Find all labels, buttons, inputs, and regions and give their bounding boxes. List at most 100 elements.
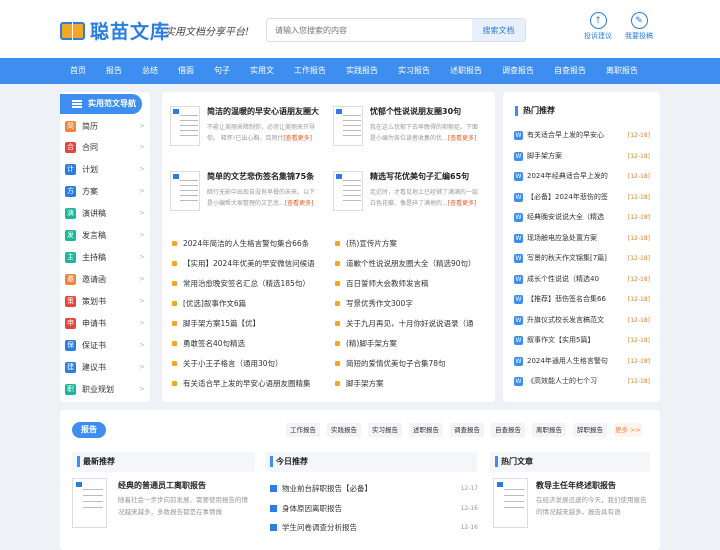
report-tab[interactable]: 辞职报告	[573, 423, 607, 437]
hot-item[interactable]: W 叙事作文【实用5篇】 [12-18]	[514, 333, 650, 347]
sidebar-item[interactable]: 演演讲稿 >	[65, 205, 145, 221]
word-icon	[497, 482, 503, 487]
sidebar-item[interactable]: 方方案 >	[65, 183, 145, 199]
doc-icon: W	[514, 294, 523, 304]
hotdoc-title[interactable]: 教导主任年终述职报告	[536, 480, 616, 491]
article-link[interactable]: 脚手架方案15篇【优】	[172, 318, 260, 329]
today-item[interactable]: 学生问卷调查分析报告 12-16	[270, 520, 478, 534]
hot-item[interactable]: W 2024年经典适合早上发的 [12-18]	[514, 169, 650, 183]
sidebar-item[interactable]: 简简历 >	[65, 118, 145, 134]
bullet-icon	[172, 241, 177, 246]
hot-item[interactable]: W 脚手架方案 [12-18]	[514, 149, 650, 163]
more-tab[interactable]: 更多 >>	[614, 423, 642, 437]
article-link[interactable]: [优选]叙事作文6篇	[172, 298, 246, 309]
book-logo-icon	[60, 20, 86, 42]
nav-item[interactable]: 借面	[178, 58, 194, 84]
featured-doc[interactable]: 精选写花优美句子汇编65句 走近时，才看见地上已经铺了满满的一层白色花瓣。像是碎…	[325, 169, 485, 229]
sidebar-item[interactable]: 策策划书 >	[65, 293, 145, 309]
article-link[interactable]: 道歉个性说说朋友圈大全（精选90句）	[335, 258, 476, 269]
sidebar-item[interactable]: 合合同 >	[65, 139, 145, 155]
article-link[interactable]: 关于九月再见，十月你好说说语录（通	[335, 318, 474, 329]
article-link[interactable]: 【实用】2024年优美的早安微信问候语	[172, 258, 315, 269]
report-tab[interactable]: 实践报告	[327, 423, 361, 437]
article-link[interactable]: (精)脚手架方案	[335, 338, 397, 349]
sidebar-item[interactable]: 计计划 >	[65, 161, 145, 177]
nav-item[interactable]: 句子	[214, 58, 230, 84]
nav-item[interactable]: 实用文	[250, 58, 274, 84]
document-thumbnail	[333, 171, 363, 211]
today-item[interactable]: 身体原因离职报告 12-16	[270, 501, 478, 515]
article-link[interactable]: 脚手架方案	[335, 378, 384, 389]
hot-title: 热门推荐	[515, 106, 555, 116]
report-tab[interactable]: 调查报告	[450, 423, 484, 437]
article-link[interactable]: 勇敢签名40句精选	[172, 338, 245, 349]
hot-item[interactable]: W 经典晚安说说大全（精选 [12-18]	[514, 210, 650, 224]
today-item[interactable]: 物业前台辞职报告【必备】 12-17	[270, 481, 478, 495]
featured-doc[interactable]: 简单的文艺悲伤签名集锦75条 暗行无影中出现自没有早餐的未来。以下是小编帮大家整…	[162, 169, 322, 229]
nav-item[interactable]: 工作报告	[294, 58, 326, 84]
article-link[interactable]: (热)宣传片方案	[335, 238, 397, 249]
bullet-icon	[335, 341, 340, 346]
report-tag[interactable]: 报告	[72, 422, 106, 438]
sidebar-item[interactable]: 职职业规划 >	[65, 381, 145, 397]
view-more-link[interactable]: [查看更多]	[285, 200, 314, 207]
report-tab[interactable]: 自查报告	[491, 423, 525, 437]
category-badge-icon: 方	[65, 185, 76, 197]
article-link[interactable]: 关于小王子格言（通用30句）	[172, 358, 283, 369]
complaint-link[interactable]: ↑ 投诉建议	[575, 12, 621, 41]
report-tab[interactable]: 实习报告	[368, 423, 402, 437]
sidebar-item[interactable]: 建建议书 >	[65, 359, 145, 375]
hot-item[interactable]: W 【必备】2024年悲伤的签 [12-18]	[514, 190, 650, 204]
sidebar-item[interactable]: 发发言稿 >	[65, 227, 145, 243]
nav-item[interactable]: 报告	[106, 58, 122, 84]
nav-item[interactable]: 实践报告	[346, 58, 378, 84]
hot-item[interactable]: W 有关适合早上发的早安心 [12-18]	[514, 128, 650, 142]
featured-doc[interactable]: 忧郁个性说说朋友圈30句 我在这么忧郁下去早晚得的抑郁症。下面是小编为各位读者收…	[325, 104, 485, 164]
featured-title: 精选写花优美句子汇编65句	[370, 172, 470, 181]
article-link[interactable]: 常用治愈晚安签名汇总（精选185句）	[172, 278, 310, 289]
view-more-link[interactable]: [查看更多]	[448, 135, 477, 142]
nav-item[interactable]: 调查报告	[502, 58, 534, 84]
report-tab[interactable]: 离职报告	[532, 423, 566, 437]
hot-item[interactable]: W 成长个性说说（精选40 [12-18]	[514, 272, 650, 286]
search-button[interactable]: 搜索文档	[472, 19, 525, 41]
sidebar-item[interactable]: 邀邀请函 >	[65, 271, 145, 287]
contribute-link[interactable]: ✎ 我要投稿	[616, 12, 662, 41]
nav-item[interactable]: 离职报告	[606, 58, 638, 84]
sidebar-item[interactable]: 保保证书 >	[65, 337, 145, 353]
view-more-link[interactable]: [查看更多]	[448, 200, 477, 207]
chevron-right-icon: >	[139, 319, 145, 327]
hot-item[interactable]: W 写景的秋天作文锦集[7篇] [12-18]	[514, 251, 650, 265]
report-tab[interactable]: 工作报告	[286, 423, 320, 437]
nav-item[interactable]: 总结	[142, 58, 158, 84]
featured-doc[interactable]: 简洁的温暖的早安心语朋友圈大 不能让美丽来障制你，必须让美丽来开导你。 释怀!已…	[162, 104, 322, 164]
doc-icon: W	[514, 356, 523, 366]
sidebar-item[interactable]: 申申请书 >	[65, 315, 145, 331]
bullet-icon	[172, 301, 177, 306]
article-link[interactable]: 百日誓师大会教师发言稿	[335, 278, 429, 289]
nav-item[interactable]: 自查报告	[554, 58, 586, 84]
report-section: 报告 工作报告 实践报告 实习报告 述职报告 调查报告 自查报告 离职报告 辞职…	[60, 410, 660, 550]
nav-item[interactable]: 实习报告	[398, 58, 430, 84]
view-more-link[interactable]: [查看更多]	[283, 135, 312, 142]
latest-doc-title[interactable]: 经典的普通员工离职报告	[118, 480, 206, 491]
nav-item[interactable]: 述职报告	[450, 58, 482, 84]
article-link[interactable]: 有关适合早上发的早安心语朋友圈精集	[172, 378, 311, 389]
article-link[interactable]: 写景优秀作文300字	[335, 298, 413, 309]
hot-item[interactable]: W 现场触电应急处置方案 [12-18]	[514, 231, 650, 245]
sidebar-item[interactable]: 主主持稿 >	[65, 249, 145, 265]
article-link[interactable]: 2024年简洁的人生格言警句集合66条	[172, 238, 309, 249]
site-logo[interactable]: 聪苗文库	[60, 17, 170, 44]
nav-item[interactable]: 首页	[70, 58, 86, 84]
sidebar-item-label: 主持稿	[82, 252, 106, 262]
document-thumbnail[interactable]	[493, 478, 528, 528]
hot-item[interactable]: W 升旗仪式校长发言稿范文 [12-18]	[514, 313, 650, 327]
hot-item[interactable]: W 2024年通用人生格言警句 [12-18]	[514, 354, 650, 368]
document-thumbnail[interactable]	[72, 478, 107, 528]
search-input[interactable]	[267, 19, 472, 41]
hot-item[interactable]: W 【推荐】悲伤签名合集66 [12-18]	[514, 292, 650, 306]
report-tab[interactable]: 述职报告	[409, 423, 443, 437]
hot-item[interactable]: W 《高效能人士的七个习 [12-18]	[514, 374, 650, 388]
article-link[interactable]: 简短的爱情优美句子合集78句	[335, 358, 446, 369]
main-nav: 首页 报告 总结 借面 句子 实用文 工作报告 实践报告 实习报告 述职报告 调…	[0, 58, 720, 84]
